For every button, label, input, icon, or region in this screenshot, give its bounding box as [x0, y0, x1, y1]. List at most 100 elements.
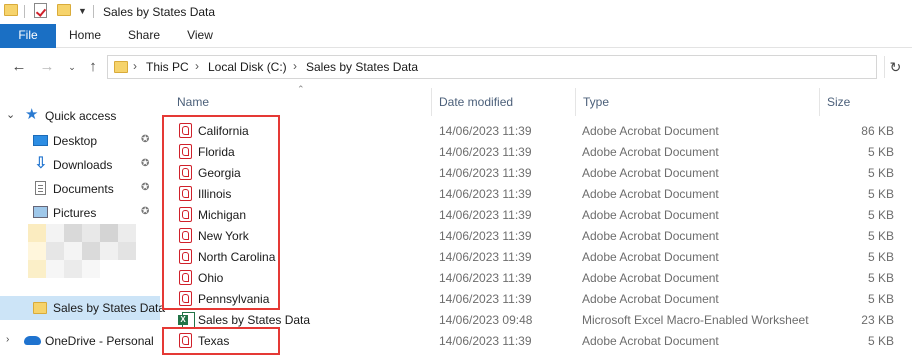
- sidebar-item-label: Pictures: [53, 206, 97, 220]
- pin-icon: ✪: [141, 134, 150, 145]
- file-size: 5 KB: [867, 250, 894, 264]
- back-arrow-icon[interactable]: ←: [8, 56, 30, 78]
- folder-icon: [33, 302, 47, 314]
- address-bar[interactable]: › This PC › Local Disk (C:) › Sales by S…: [107, 55, 877, 79]
- cloud-icon: [24, 336, 41, 345]
- file-date-modified: 14/06/2023 11:39: [439, 124, 532, 138]
- divider: [24, 5, 25, 18]
- file-date-modified: 14/06/2023 11:39: [439, 166, 532, 180]
- sort-ascending-icon: ⌃: [297, 84, 305, 94]
- chevron-right-icon[interactable]: ›: [133, 59, 137, 73]
- sidebar-item-label: Downloads: [53, 158, 113, 172]
- file-size: 5 KB: [867, 187, 894, 201]
- sidebar-item-documents[interactable]: Documents ✪: [0, 177, 160, 201]
- excel-icon: [178, 311, 195, 328]
- sidebar-item-pictures[interactable]: Pictures ✪: [0, 201, 160, 225]
- sidebar-item-onedrive[interactable]: › OneDrive - Personal: [0, 329, 160, 353]
- file-size: 5 KB: [867, 292, 894, 306]
- pin-icon: ✪: [141, 182, 150, 193]
- folder-icon: [4, 4, 18, 16]
- tab-file[interactable]: File: [0, 24, 56, 48]
- column-header-type[interactable]: Type: [583, 95, 609, 109]
- refresh-icon[interactable]: ↻: [884, 56, 906, 78]
- breadcrumb-this-pc[interactable]: This PC: [146, 60, 189, 74]
- file-date-modified: 14/06/2023 11:39: [439, 229, 532, 243]
- up-arrow-icon[interactable]: ↑: [82, 56, 104, 78]
- file-date-modified: 14/06/2023 09:48: [439, 313, 533, 327]
- pictures-icon: [33, 206, 48, 218]
- highlight-box-pdf-group: [162, 115, 280, 310]
- file-date-modified: 14/06/2023 11:39: [439, 187, 532, 201]
- navigation-pane: ⌄ ★ Quick access Desktop ✪ ⇩ Downloads ✪…: [0, 86, 165, 356]
- file-date-modified: 14/06/2023 11:39: [439, 145, 532, 159]
- file-date-modified: 14/06/2023 11:39: [439, 334, 532, 348]
- new-folder-icon[interactable]: [57, 4, 71, 16]
- file-type: Adobe Acrobat Document: [582, 124, 719, 138]
- file-size: 5 KB: [867, 334, 894, 348]
- column-divider[interactable]: [431, 88, 432, 116]
- breadcrumb-local-disk[interactable]: Local Disk (C:): [208, 60, 287, 74]
- file-size: 5 KB: [867, 145, 894, 159]
- column-header: ⌃ Name Date modified Type Size: [160, 84, 912, 116]
- sidebar-item-label: Desktop: [53, 134, 98, 148]
- file-name: Sales by States Data: [198, 313, 311, 327]
- ribbon: File Home Share View: [0, 24, 912, 48]
- sidebar-item-desktop[interactable]: Desktop ✪: [0, 129, 160, 153]
- sidebar-item-label: OneDrive - Personal: [45, 334, 154, 348]
- file-date-modified: 14/06/2023 11:39: [439, 271, 532, 285]
- file-type: Adobe Acrobat Document: [582, 334, 719, 348]
- recent-locations-chevron-icon[interactable]: ⌄: [61, 56, 83, 78]
- file-size: 86 KB: [861, 124, 894, 138]
- redacted-area: [28, 224, 160, 288]
- tab-home[interactable]: Home: [62, 24, 108, 48]
- star-icon: ★: [25, 106, 39, 123]
- chevron-right-icon[interactable]: ›: [6, 334, 9, 345]
- file-type: Microsoft Excel Macro-Enabled Worksheet: [582, 313, 809, 327]
- window-title: Sales by States Data: [103, 5, 216, 19]
- column-divider[interactable]: [819, 88, 820, 116]
- file-date-modified: 14/06/2023 11:39: [439, 250, 532, 264]
- file-type: Adobe Acrobat Document: [582, 229, 719, 243]
- sidebar-item-sales-by-states-data[interactable]: Sales by States Data: [0, 296, 165, 320]
- file-size: 5 KB: [867, 271, 894, 285]
- sidebar-item-label: Sales by States Data: [53, 301, 166, 315]
- title-bar: ▼ Sales by States Data: [0, 0, 912, 24]
- chevron-down-icon[interactable]: ⌄: [6, 108, 15, 121]
- tab-share[interactable]: Share: [122, 24, 166, 48]
- file-size: 5 KB: [867, 166, 894, 180]
- file-size: 23 KB: [861, 313, 894, 327]
- documents-icon: [35, 181, 46, 195]
- column-header-name[interactable]: Name: [177, 95, 209, 109]
- file-type: Adobe Acrobat Document: [582, 208, 719, 222]
- folder-icon: [114, 61, 128, 73]
- downloads-icon: ⇩: [34, 155, 48, 172]
- file-date-modified: 14/06/2023 11:39: [439, 208, 532, 222]
- sidebar-item-label: Quick access: [45, 109, 117, 123]
- chevron-right-icon[interactable]: ›: [293, 59, 297, 73]
- column-header-date-modified[interactable]: Date modified: [439, 95, 513, 109]
- properties-icon[interactable]: [34, 3, 47, 18]
- tab-view[interactable]: View: [180, 24, 220, 48]
- file-date-modified: 14/06/2023 11:39: [439, 292, 532, 306]
- divider: [93, 5, 94, 18]
- pin-icon: ✪: [141, 158, 150, 169]
- file-type: Adobe Acrobat Document: [582, 145, 719, 159]
- column-header-size[interactable]: Size: [827, 95, 850, 109]
- file-type: Adobe Acrobat Document: [582, 271, 719, 285]
- forward-arrow-icon[interactable]: →: [36, 56, 58, 78]
- file-type: Adobe Acrobat Document: [582, 166, 719, 180]
- file-type: Adobe Acrobat Document: [582, 187, 719, 201]
- customize-toolbar-dropdown-icon[interactable]: ▼: [78, 6, 87, 16]
- navigation-bar: ← → ⌄ ↑ › This PC › Local Disk (C:) › Sa…: [0, 48, 912, 86]
- pin-icon: ✪: [141, 206, 150, 217]
- sidebar-item-quick-access[interactable]: ⌄ ★ Quick access: [0, 104, 160, 128]
- file-size: 5 KB: [867, 229, 894, 243]
- chevron-right-icon[interactable]: ›: [195, 59, 199, 73]
- breadcrumb-current-folder[interactable]: Sales by States Data: [306, 60, 418, 74]
- column-divider[interactable]: [575, 88, 576, 116]
- sidebar-item-downloads[interactable]: ⇩ Downloads ✪: [0, 153, 160, 177]
- file-size: 5 KB: [867, 208, 894, 222]
- sidebar-item-label: Documents: [53, 182, 114, 196]
- file-type: Adobe Acrobat Document: [582, 292, 719, 306]
- highlight-box-texas: [162, 327, 280, 355]
